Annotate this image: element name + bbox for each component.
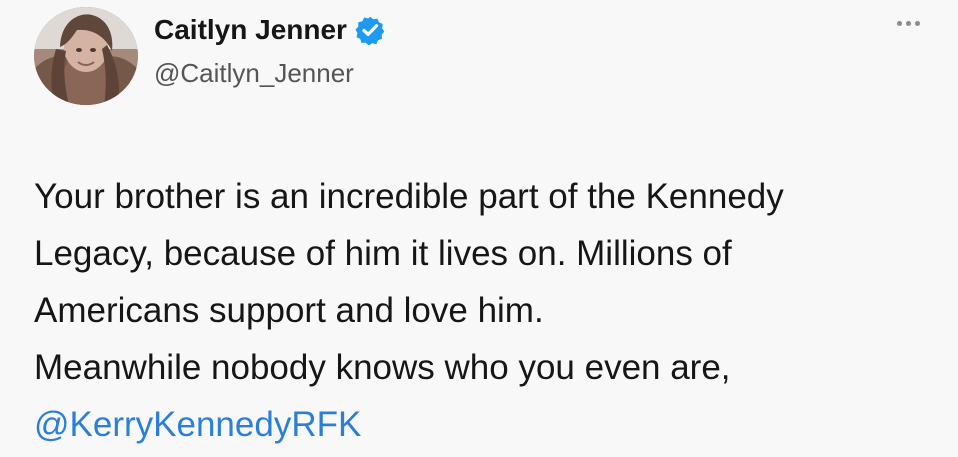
mention-link[interactable]: @KerryKennedyRFK: [34, 405, 361, 444]
avatar-image: [34, 7, 138, 105]
tweet-text: Your brother is an incredible part of th…: [34, 168, 914, 453]
tweet-line: Your brother is an incredible part of th…: [34, 177, 784, 216]
more-dot: [897, 21, 902, 26]
verified-badge-icon: [355, 16, 385, 45]
tweet-card: Caitlyn Jenner @Caitlyn_Jenner Your brot…: [0, 0, 958, 457]
tweet-line: Legacy, because of him it lives on. Mill…: [34, 234, 732, 273]
display-name[interactable]: Caitlyn Jenner: [154, 14, 347, 46]
tweet-line: Americans support and love him.: [34, 291, 544, 330]
name-row: Caitlyn Jenner: [154, 10, 385, 50]
more-dot: [906, 21, 911, 26]
more-options-icon[interactable]: [897, 21, 920, 26]
author-handle[interactable]: @Caitlyn_Jenner: [154, 58, 385, 89]
tweet-line: Meanwhile nobody knows who you even are,: [34, 348, 731, 387]
author-info: Caitlyn Jenner @Caitlyn_Jenner: [154, 10, 385, 89]
avatar[interactable]: [34, 7, 138, 105]
more-dot: [915, 21, 920, 26]
